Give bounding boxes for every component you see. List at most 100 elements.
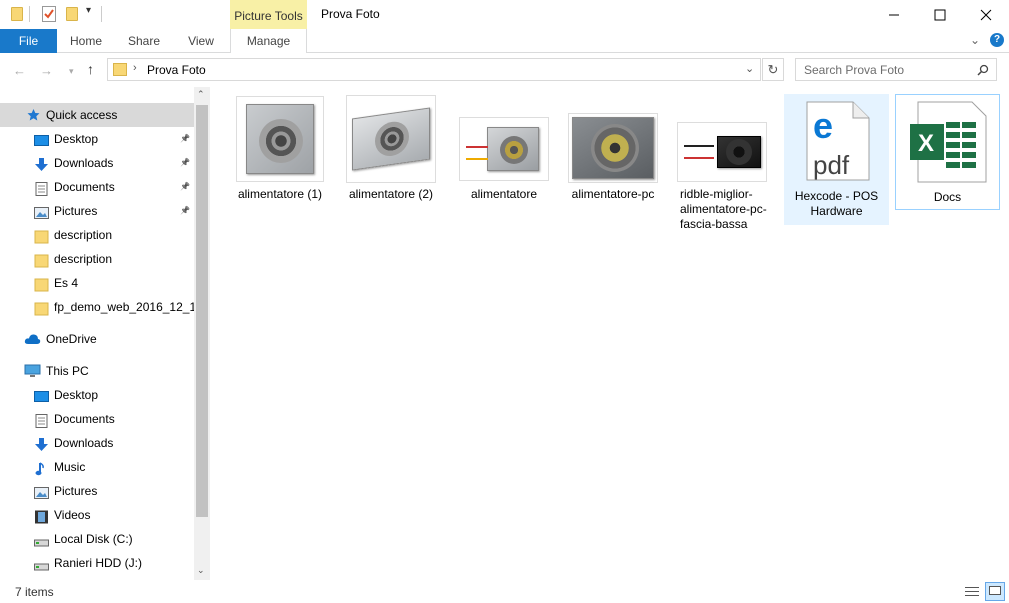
status-bar: 7 items [0,580,1009,603]
svg-text:X: X [918,130,934,157]
nav-label: This PC [46,364,89,378]
sidebar-item-videos[interactable]: Videos [0,503,194,527]
search-input[interactable]: Search Prova Foto [804,63,904,77]
minimize-button[interactable] [871,0,917,29]
tab-file[interactable]: File [0,29,57,53]
sidebar-item-label: Pictures [54,204,98,218]
forward-arrow-icon[interactable]: → [40,63,53,78]
sidebar-item-label: description [54,252,113,266]
drive-icon [34,556,49,571]
drive-icon [34,532,49,547]
customize-qat-chevron-icon[interactable]: ▾ [86,5,91,16]
large-icons-view-icon[interactable] [985,582,1005,601]
file-list[interactable]: alimentatore (1) alimentatore (2) alimen… [210,87,1009,580]
sidebar-item-pictures[interactable]: Pictures [0,479,194,503]
pictures-icon [34,204,49,219]
sidebar-item-es-4[interactable]: Es 4 [0,271,194,295]
svg-text:e: e [813,105,833,146]
scroll-up-icon[interactable]: ⌃ [197,89,205,100]
tab-manage[interactable]: Manage [230,29,307,54]
maximize-button[interactable] [917,0,963,29]
scrollbar-thumb[interactable] [196,105,208,517]
search-icon[interactable] [977,64,989,76]
help-icon[interactable]: ? [990,33,1004,47]
cables [466,146,488,160]
window-title: Prova Foto [321,7,380,21]
image-thumbnail [677,95,767,183]
folder-icon[interactable] [11,7,23,21]
sidebar-item-local-disk-c[interactable]: Local Disk (C:) [0,527,194,551]
file-name: alimentatore (1) [237,187,323,201]
sidebar-item-music[interactable]: Music [0,455,194,479]
sidebar-item-fp-demo-web-2016-12-13[interactable]: fp_demo_web_2016_12_13_ [0,295,194,319]
properties-icon[interactable] [42,6,56,22]
up-arrow-icon[interactable]: ↑ [87,61,94,77]
nav-quick-access[interactable]: Quick access [0,103,194,127]
title-bar: ▾ Picture Tools Prova Foto [0,0,1009,29]
sidebar-item-label: Desktop [54,388,99,402]
nav-this-pc[interactable]: This PC [0,359,194,383]
search-field[interactable]: Search Prova Foto [795,58,997,81]
scroll-down-icon[interactable]: ⌄ [197,565,205,576]
sidebar-item-ranieri-hdd-j[interactable]: Ranieri HDD (J:) [0,551,194,575]
document-icon [34,180,49,196]
sidebar-item-desktop[interactable]: Desktop [0,383,194,407]
sidebar-item-documents[interactable]: Documents [0,407,194,431]
details-view-icon[interactable] [963,583,981,600]
divider [29,6,30,22]
breadcrumb[interactable]: Prova Foto [147,63,206,77]
image-thumbnail [346,95,436,183]
sidebar-item-label: Downloads [54,436,114,450]
recent-locations-chevron-icon[interactable]: ▾ [69,66,74,77]
address-history-chevron-icon[interactable]: ⌄ [745,62,754,75]
pictures-icon [34,484,49,499]
sidebar-item-description[interactable]: description [0,223,194,247]
tab-share[interactable]: Share [120,29,168,53]
nav-scrollbar[interactable]: ⌃ ⌄ [194,87,210,580]
file-item[interactable]: alimentatore (1) [228,95,332,202]
sidebar-item-desktop[interactable]: Desktop 📌 [0,127,194,151]
sidebar-item-label: Downloads [54,156,114,170]
navigation-pane[interactable]: Quick access Desktop 📌 Downloads 📌 Documents… [0,87,210,580]
close-button[interactable] [963,0,1009,29]
breadcrumb-separator-icon[interactable]: › [133,62,137,74]
nav-label: OneDrive [46,332,97,346]
tab-home[interactable]: Home [63,29,109,53]
back-arrow-icon[interactable]: ← [13,63,26,78]
folder-icon [34,228,49,244]
sidebar-item-downloads[interactable]: Downloads [0,431,194,455]
folder-icon [113,63,127,76]
pin-icon: 📌 [180,206,190,215]
image-thumbnail [235,95,325,183]
file-item[interactable]: alimentatore-pc [561,95,665,202]
pin-icon: 📌 [180,158,190,167]
sidebar-item-pictures[interactable]: Pictures 📌 [0,199,194,223]
file-item[interactable]: alimentatore (2) [339,95,443,202]
address-bar[interactable]: › Prova Foto ⌄ [107,58,761,81]
file-item[interactable]: ridble-miglior-alimentatore-pc-fascia-ba… [670,95,774,232]
file-item[interactable]: X Docs [895,94,1000,210]
new-folder-icon[interactable] [66,7,78,21]
divider [101,6,102,22]
file-item[interactable]: e pdf Hexcode - POS Hardware [784,94,889,225]
document-icon [34,412,49,428]
nav-onedrive[interactable]: OneDrive [0,327,194,351]
tab-view[interactable]: View [178,29,224,53]
refresh-button[interactable]: ↻ [762,58,784,81]
cloud-icon [24,334,41,344]
pin-icon: 📌 [180,134,190,143]
nav-label: Quick access [46,108,118,122]
sidebar-item-description[interactable]: description [0,247,194,271]
download-arrow-icon [34,436,49,451]
desktop-icon [34,132,49,146]
sidebar-item-documents[interactable]: Documents 📌 [0,175,194,199]
sidebar-item-downloads[interactable]: Downloads 📌 [0,151,194,175]
star-icon [27,109,40,121]
file-name: alimentatore-pc [571,187,655,201]
file-item[interactable]: alimentatore [452,95,556,202]
expand-ribbon-chevron-icon[interactable]: ⌄ [970,33,980,47]
image-thumbnail [459,95,549,183]
download-arrow-icon [34,156,49,171]
sidebar-item-label: Pictures [54,484,98,498]
sidebar-item-label: Es 4 [54,276,79,290]
